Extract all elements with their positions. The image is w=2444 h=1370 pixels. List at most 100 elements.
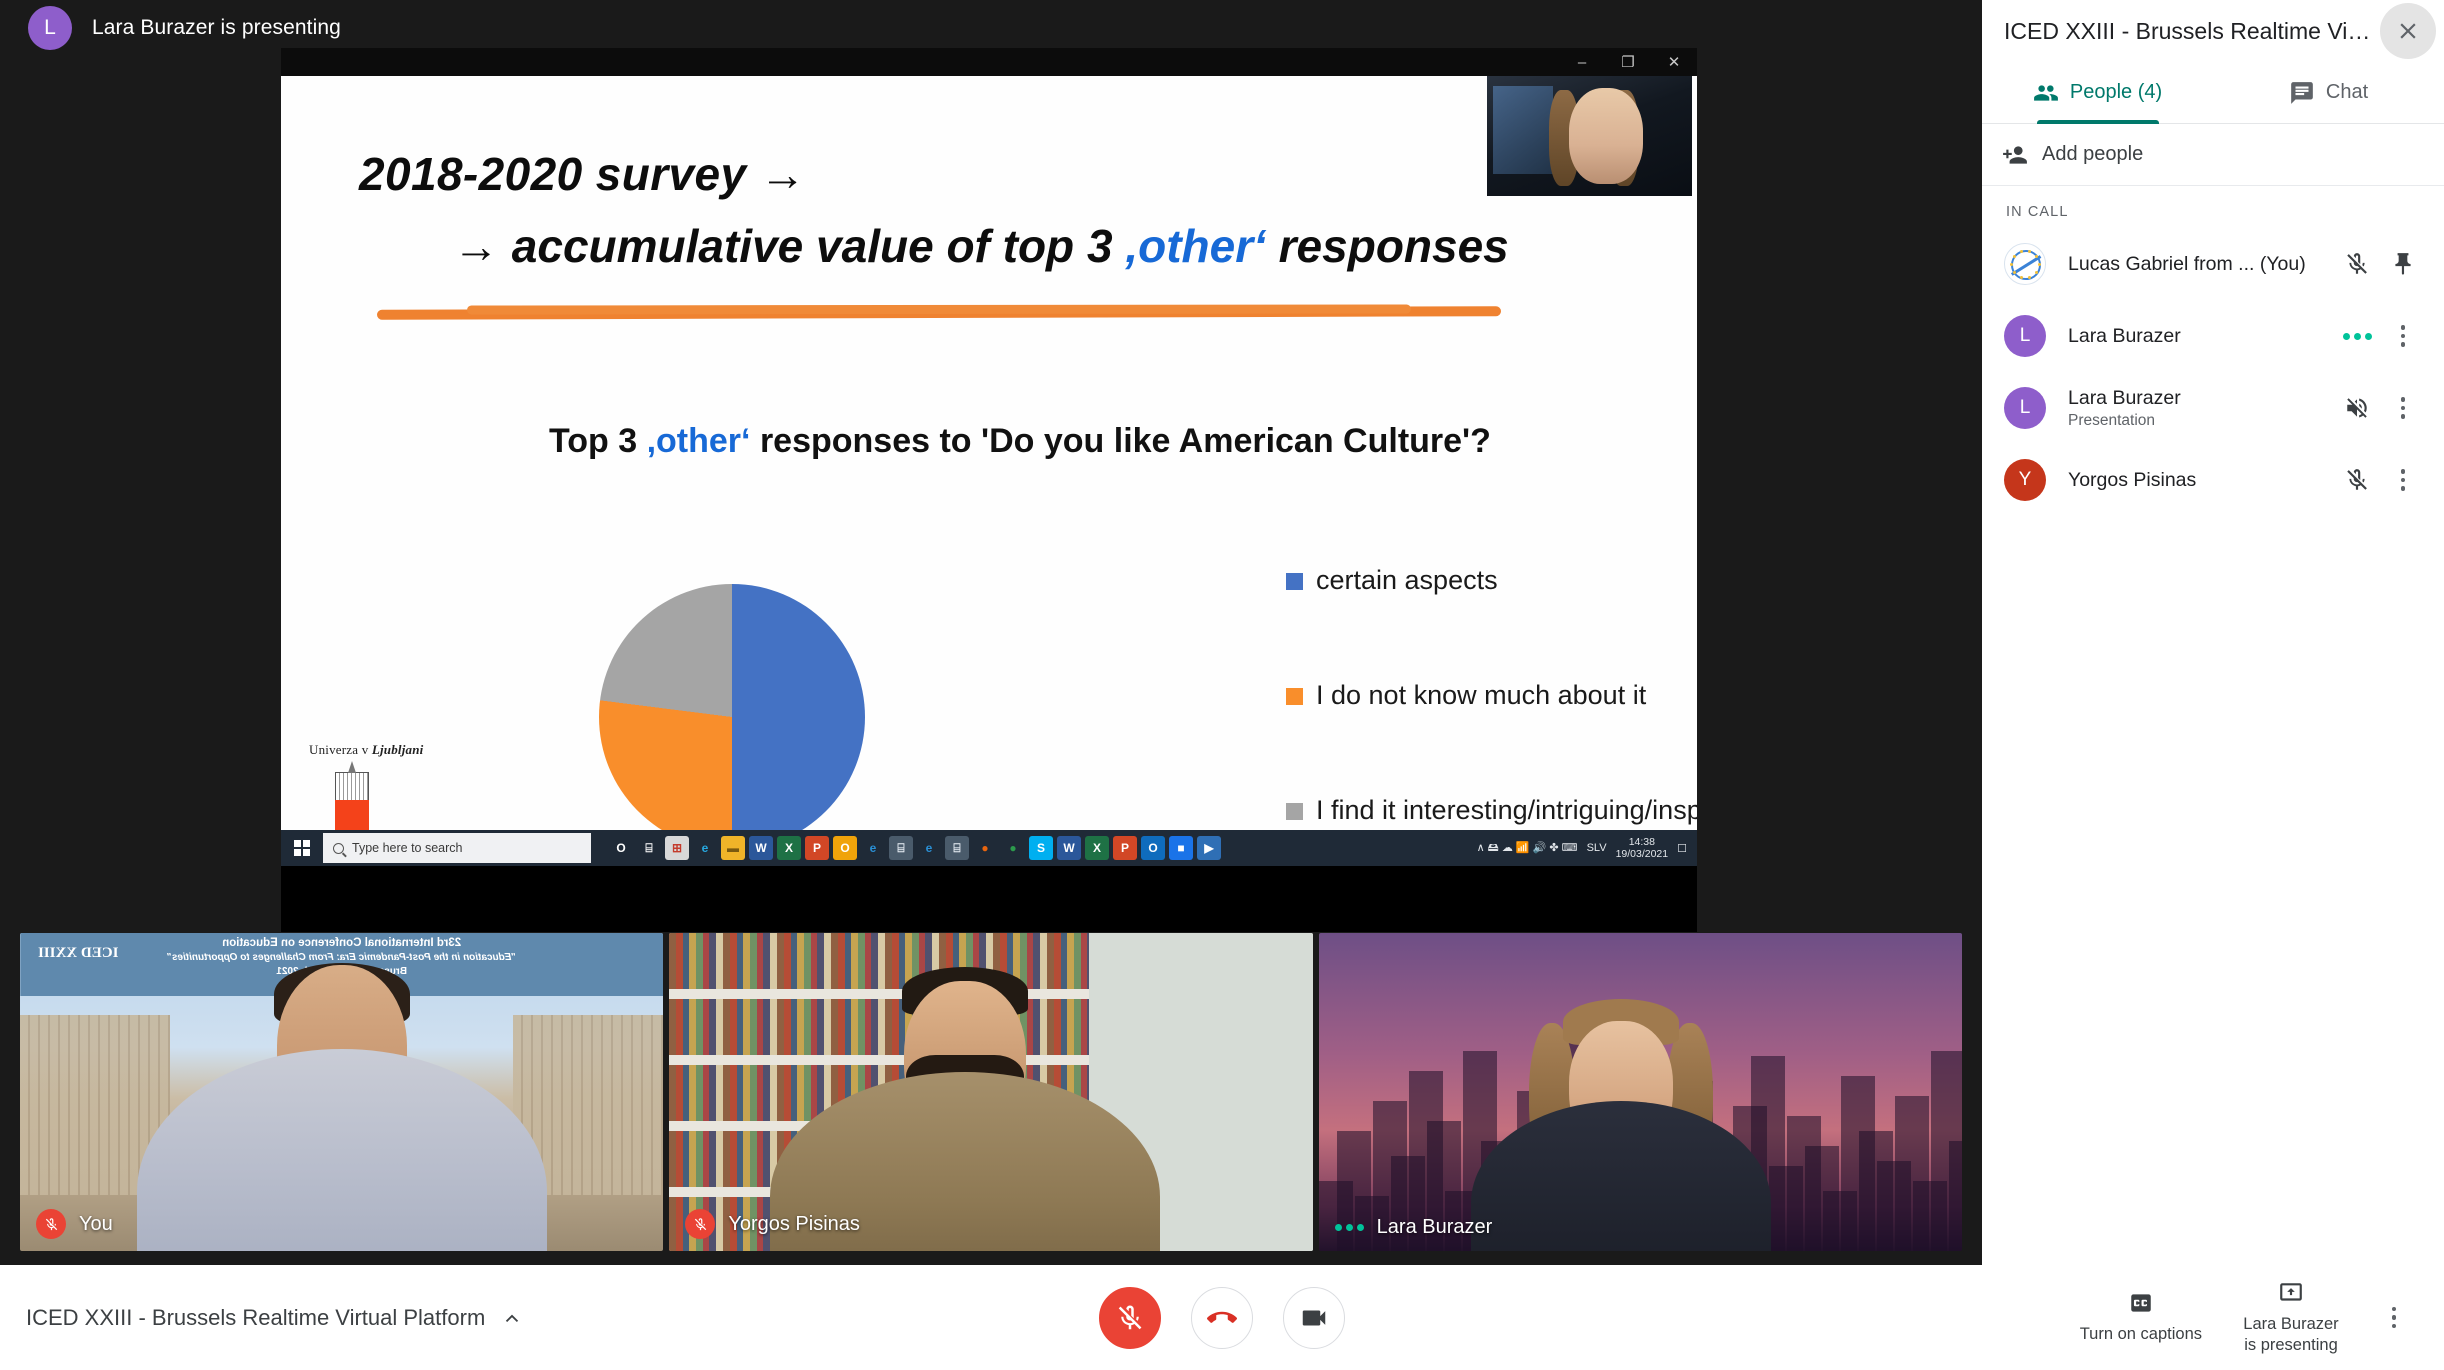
close-icon (2400, 23, 2416, 39)
legend-item: I do not know much about it (1286, 680, 1697, 711)
tile-name-badge: Yorgos Pisinas (685, 1209, 860, 1239)
notification-center-icon[interactable]: ☐ (1677, 842, 1687, 855)
windows-taskbar: Type here to search O ⌸ ⊞ e ▬ W X P Oe ⌸ e ⌸ ● ● S W X P O… (281, 830, 1697, 866)
university-logo-text: Univerza v Ljubljani (309, 742, 497, 758)
word-icon[interactable]: W (749, 836, 773, 860)
tray-icons[interactable]: ∧ 🖴 ☁ 📶 🔊 ✤ ⌨ (1477, 839, 1578, 858)
participant-avatar: Y (2004, 459, 2046, 501)
camera-icon (1302, 1310, 1326, 1325)
camera-button[interactable] (1283, 1286, 1345, 1349)
shared-screen[interactable]: – ❐ ✕ 2018-2020 survey → → accumulative … (281, 48, 1697, 932)
slide-heading-line2-post: responses (1265, 219, 1509, 272)
close-panel-button[interactable] (2380, 3, 2436, 59)
participant-row[interactable]: Lucas Gabriel from ... (You) (1982, 228, 2444, 300)
participant-action-secondary[interactable] (2380, 385, 2426, 431)
tile-name-label: Lara Burazer (1376, 1216, 1493, 1238)
participant-name-block: Yorgos Pisinas (2068, 469, 2334, 492)
tab-chat-label: Chat (2325, 81, 2369, 103)
word-2-icon[interactable]: W (1057, 836, 1081, 860)
participant-action-primary[interactable] (2334, 313, 2380, 359)
turn-on-captions-button[interactable]: Turn on captions (2066, 1290, 2216, 1345)
logo-star (2010, 263, 2013, 266)
participant-action-secondary[interactable] (2380, 241, 2426, 287)
legend-swatch-icon (1286, 688, 1303, 705)
taskbar-language[interactable]: SLV (1587, 842, 1607, 854)
tab-people[interactable]: People (4) (1982, 62, 2213, 123)
video-tile-lara[interactable]: Lara Burazer (1318, 933, 1962, 1251)
video-tile-you[interactable]: ICED XXIII 23rd International Conference… (20, 933, 664, 1251)
internet-explorer-2-icon[interactable]: e (917, 836, 941, 860)
taskbar-search-input[interactable]: Type here to search (323, 833, 591, 863)
kebab-icon (2391, 1306, 2397, 1329)
video-tile-yorgos[interactable]: Yorgos Pisinas (669, 933, 1313, 1251)
presenter-webcam-thumbnail (1487, 76, 1692, 196)
participant-row[interactable]: L Lara Burazer Presentation (1982, 372, 2444, 444)
speaking-indicator-icon (2342, 332, 2372, 340)
add-people-button[interactable]: Add people (1982, 124, 2444, 186)
participant-avatar (2004, 243, 2046, 285)
participant-action-secondary[interactable] (2380, 457, 2426, 503)
meet-icon[interactable]: ■ (1169, 836, 1193, 860)
volume-off-icon (2347, 398, 2367, 418)
participant-name: Lara Burazer (2068, 324, 2181, 347)
call-controls (1099, 1286, 1345, 1349)
people-icon (2033, 84, 2058, 101)
slide-subtitle-post: responses to 'Do you like American Cultu… (750, 422, 1491, 460)
outlook-icon[interactable]: O (833, 836, 857, 860)
powerpoint-icon[interactable]: P (805, 836, 829, 860)
more-options-button[interactable] (2366, 1306, 2422, 1329)
hang-up-button[interactable] (1191, 1286, 1253, 1349)
legend-label: I find it interesting/intriguing/inspira… (1316, 795, 1697, 825)
shared-window-titlebar: – ❐ ✕ (281, 48, 1697, 76)
microsoft-edge-icon[interactable]: e (693, 836, 717, 860)
participant-row[interactable]: L Lara Burazer (1982, 300, 2444, 372)
task-view-icon[interactable]: ⌸ (637, 836, 661, 860)
excel-icon[interactable]: X (777, 836, 801, 860)
cortana-icon[interactable]: O (609, 836, 633, 860)
chrome-icon[interactable]: ● (1001, 836, 1025, 860)
slide-heading-line1: 2018-2020 survey → (359, 148, 807, 200)
window-minimize-button[interactable]: – (1559, 48, 1605, 76)
outlook-2-icon[interactable]: O (1141, 836, 1165, 860)
legend-swatch-icon (1286, 573, 1303, 590)
participant-action-primary[interactable] (2334, 385, 2380, 431)
present-now-button[interactable]: Lara Burazer is presenting (2216, 1280, 2366, 1355)
panel-tabs: People (4) Chat (1982, 62, 2444, 124)
skype-icon[interactable]: S (1029, 836, 1053, 860)
calculator-icon[interactable]: ⌸ (889, 836, 913, 860)
logo-star (2038, 263, 2041, 266)
slide-subtitle-pre: Top 3 (549, 422, 647, 460)
file-explorer-icon[interactable]: ▬ (721, 836, 745, 860)
excel-2-icon[interactable]: X (1085, 836, 1109, 860)
slide-heading-line2: → accumulative value of top 3 ,other‘ re… (453, 216, 1509, 278)
taskbar-clock[interactable]: 14:38 19/03/2021 (1616, 836, 1669, 860)
firefox-icon[interactable]: ● (973, 836, 997, 860)
internet-explorer-icon[interactable]: e (861, 836, 885, 860)
participant-name-block: Lucas Gabriel from ... (You) (2068, 253, 2334, 276)
tab-chat[interactable]: Chat (2213, 62, 2444, 123)
window-close-button[interactable]: ✕ (1651, 48, 1697, 76)
microsoft-store-icon[interactable]: ⊞ (665, 836, 689, 860)
participant-row[interactable]: Y Yorgos Pisinas (1982, 444, 2444, 516)
start-button[interactable] (281, 840, 323, 856)
tile-name-label: Yorgos Pisinas (728, 1212, 860, 1235)
participant-list: Lucas Gabriel from ... (You) L Lara Buraze… (1982, 228, 2444, 516)
microphone-off-button[interactable] (1099, 1286, 1161, 1349)
participant-action-secondary[interactable] (2380, 313, 2426, 359)
mic-off-icon (2347, 469, 2367, 490)
participant-action-primary[interactable] (2334, 241, 2380, 287)
slide-heading-line2-pre: → accumulative value of top 3 (453, 219, 1126, 272)
legend-label: certain aspects (1316, 565, 1498, 595)
chat-icon (2291, 81, 2313, 104)
participant-action-primary[interactable] (2334, 457, 2380, 503)
taskbar-time: 14:38 (1628, 835, 1655, 848)
meeting-name-button[interactable]: ICED XXIII - Brussels Realtime Virtual P… (0, 1305, 523, 1331)
captions-label: Turn on captions (2079, 1325, 2202, 1344)
window-restore-button[interactable]: ❐ (1605, 48, 1651, 76)
calculator-2-icon[interactable]: ⌸ (945, 836, 969, 860)
powerpoint-2-icon[interactable]: P (1113, 836, 1137, 860)
powerpoint-show-icon[interactable]: ▶ (1197, 836, 1221, 860)
present-label-line1: Lara Burazer (2243, 1314, 2339, 1333)
bottom-control-bar: ICED XXIII - Brussels Realtime Virtual P… (0, 1265, 2444, 1370)
taskbar-icons[interactable]: O ⌸ ⊞ e ▬ W X P Oe ⌸ e ⌸ ● ● S W X P O ■ ▶ (609, 836, 1221, 860)
